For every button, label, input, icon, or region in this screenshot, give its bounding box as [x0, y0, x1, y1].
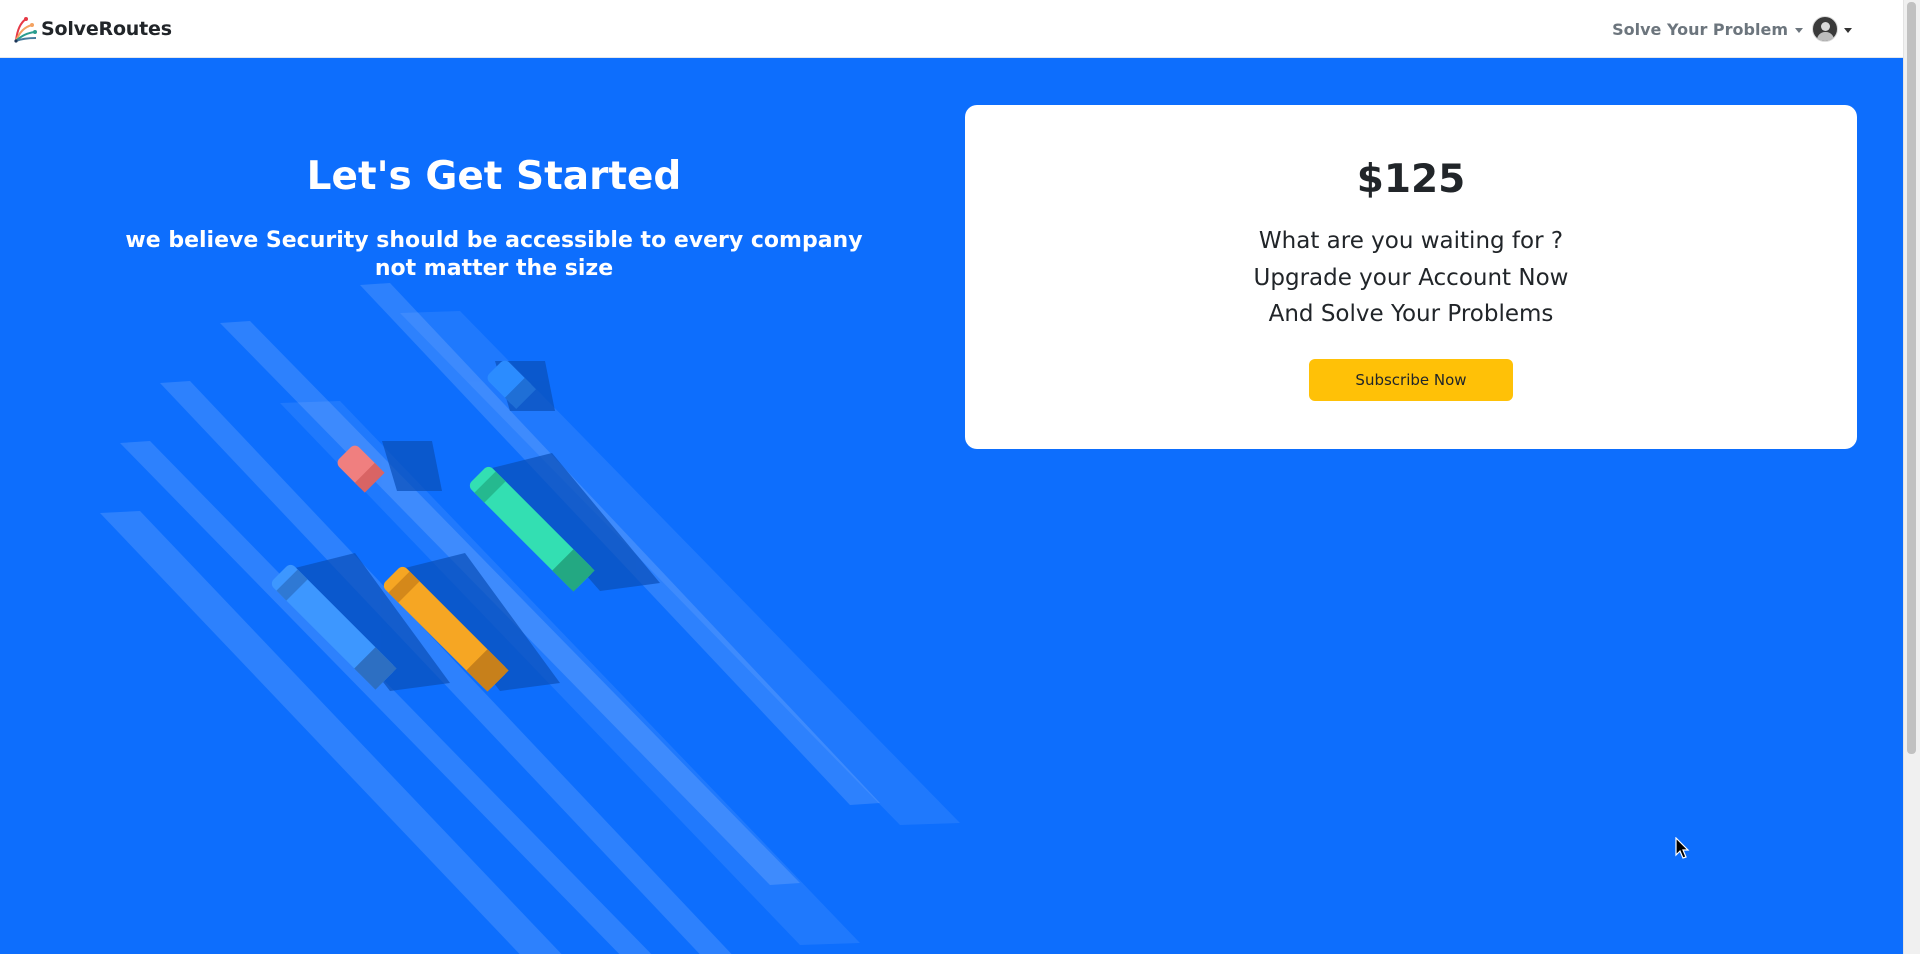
subscribe-now-button[interactable]: Subscribe Now — [1309, 359, 1513, 401]
solve-your-problem-label: Solve Your Problem — [1612, 19, 1788, 39]
mouse-cursor-icon — [1675, 837, 1690, 859]
solve-your-problem-dropdown[interactable]: Solve Your Problem — [1612, 20, 1803, 39]
main-section: Let's Get Started we believe Security sh… — [0, 58, 1904, 954]
hero-title: Let's Get Started — [306, 154, 682, 199]
user-avatar-icon — [1812, 16, 1838, 42]
pricing-card: $125 What are you waiting for ? Upgrade … — [965, 105, 1857, 449]
pens-illustration — [100, 283, 960, 954]
price: $125 — [1356, 157, 1466, 202]
card-line: And Solve Your Problems — [1268, 301, 1554, 327]
hero-section: Let's Get Started we believe Security sh… — [0, 58, 988, 954]
scrollbar-thumb[interactable] — [1907, 2, 1916, 754]
hero-subtitle: we believe Security should be accessible… — [125, 228, 863, 281]
chevron-down-icon — [1844, 27, 1852, 33]
card-message: What are you waiting for ? Upgrade your … — [965, 223, 1857, 333]
top-navbar: SolveRoutes Solve Your Problem — [0, 0, 1904, 58]
brand-link[interactable]: SolveRoutes — [10, 15, 172, 43]
card-line: What are you waiting for ? — [1258, 228, 1564, 254]
card-line: Upgrade your Account Now — [1253, 264, 1569, 291]
page-scrollbar[interactable] — [1903, 0, 1920, 954]
chevron-down-icon — [1795, 27, 1803, 33]
nav-right: Solve Your Problem — [1612, 15, 1852, 43]
brand-name: SolveRoutes — [41, 18, 172, 40]
solveroutes-logo-icon — [14, 17, 37, 43]
user-menu-dropdown[interactable] — [1812, 16, 1852, 42]
